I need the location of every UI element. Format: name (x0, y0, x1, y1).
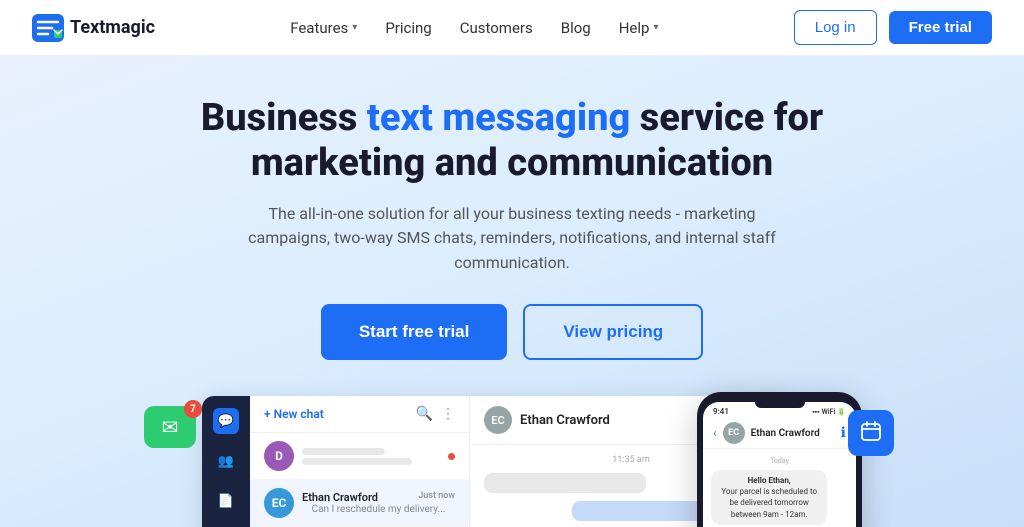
chat-avatar-ethan: EC (264, 488, 294, 518)
hero-subtitle: The all-in-one solution for all your bus… (232, 202, 792, 276)
skeleton-line (302, 458, 412, 465)
hero-section: Business text messaging service for mark… (0, 56, 1024, 527)
nav-links: Features ▾ Pricing Customers Blog Help ▾ (290, 19, 658, 37)
chat-avatar-d: D (264, 441, 294, 471)
chat-item-name: Ethan Crawford Just now (302, 491, 455, 504)
sidebar-templates-icon: 📄 (213, 488, 239, 514)
unread-dot (448, 453, 455, 460)
phone-screen: 9:41 ▪▪▪ WiFi 🔋 ‹ EC Ethan Crawford ℹ (703, 402, 856, 527)
hero-cta-buttons: Start free trial View pricing (32, 304, 992, 360)
envelope-icon: ✉ (162, 415, 179, 439)
chat-list-actions: 🔍 ⋮ (416, 406, 455, 422)
navbar: Textmagic Features ▾ Pricing Customers B… (0, 0, 1024, 56)
sidebar-contacts-icon: 👥 (213, 448, 239, 474)
nav-features[interactable]: Features ▾ (290, 19, 357, 37)
free-trial-nav-button[interactable]: Free trial (889, 11, 992, 44)
sidebar-chat-icon: 💬 (213, 408, 239, 434)
logo-icon (32, 14, 64, 42)
chat-list-panel: + New chat 🔍 ⋮ D (250, 396, 470, 527)
chat-main-contact-name: Ethan Crawford (520, 413, 610, 428)
msg-skeleton-1 (484, 473, 646, 493)
mockup-area: ✉ 7 💬 👥 📄 📅 🕐 + New chat 🔍 ⋮ (102, 396, 922, 527)
phone-notch (755, 402, 805, 408)
calendar-badge-icon (848, 410, 894, 456)
signal-icon: ▪▪▪ (812, 408, 819, 416)
dashboard-sidebar: 💬 👥 📄 📅 🕐 (202, 396, 250, 527)
view-pricing-button[interactable]: View pricing (523, 304, 703, 360)
chat-preview: Can I reschedule my delivery... (302, 504, 455, 515)
skeleton-content (302, 445, 440, 468)
brand-name: Textmagic (70, 17, 155, 38)
phone-header: ‹ EC Ethan Crawford ℹ (703, 418, 856, 449)
calendar-icon (860, 420, 882, 447)
chat-list-header: + New chat 🔍 ⋮ (250, 396, 469, 433)
phone-msg-body: Your parcel is scheduled to be delivered… (721, 487, 817, 518)
logo-area: Textmagic (32, 14, 155, 42)
search-icon[interactable]: 🔍 (416, 406, 433, 422)
start-trial-button[interactable]: Start free trial (321, 304, 508, 360)
wifi-icon: WiFi (822, 408, 836, 416)
chat-main-avatar: EC (484, 406, 512, 434)
phone-contact-name: Ethan Crawford (751, 428, 820, 439)
phone-messages: Today Hello Ethan, Your parcel is schedu… (703, 449, 856, 527)
phone-time: 9:41 (713, 407, 729, 416)
nav-customers[interactable]: Customers (460, 19, 533, 37)
phone-info-icon[interactable]: ℹ (841, 425, 846, 441)
skeleton-line (302, 448, 385, 455)
nav-pricing[interactable]: Pricing (385, 19, 431, 37)
chat-item-skeleton-1: D (250, 433, 469, 480)
help-chevron-icon: ▾ (653, 22, 658, 33)
features-chevron-icon: ▾ (352, 22, 357, 33)
hero-title: Business text messaging service for mark… (122, 96, 902, 186)
phone-back-icon[interactable]: ‹ (713, 426, 717, 440)
nav-help[interactable]: Help ▾ (619, 19, 659, 37)
hero-title-highlight: text messaging (367, 96, 630, 140)
chat-item-ethan[interactable]: EC Ethan Crawford Just now Can I resched… (250, 480, 469, 527)
phone-msg-hello: Hello Ethan, (748, 476, 791, 485)
new-chat-button[interactable]: + New chat (264, 407, 324, 421)
phone-contact-avatar: EC (723, 422, 745, 444)
phone-time-today: Today (711, 457, 848, 465)
login-button[interactable]: Log in (794, 10, 877, 45)
chat-item-info: Ethan Crawford Just now Can I reschedule… (302, 491, 455, 515)
nav-blog[interactable]: Blog (561, 19, 591, 37)
phone-signal-icons: ▪▪▪ WiFi 🔋 (812, 407, 846, 416)
more-icon[interactable]: ⋮ (441, 406, 455, 422)
navbar-actions: Log in Free trial (794, 10, 992, 45)
phone-bubble-hello: Hello Ethan, Your parcel is scheduled to… (711, 470, 827, 525)
battery-icon: 🔋 (837, 408, 846, 416)
hero-title-part1: Business (201, 96, 367, 140)
phone-mockup: 9:41 ▪▪▪ WiFi 🔋 ‹ EC Ethan Crawford ℹ (697, 392, 862, 527)
email-badge-count: 7 (184, 400, 202, 418)
email-badge-icon: ✉ 7 (144, 406, 196, 448)
